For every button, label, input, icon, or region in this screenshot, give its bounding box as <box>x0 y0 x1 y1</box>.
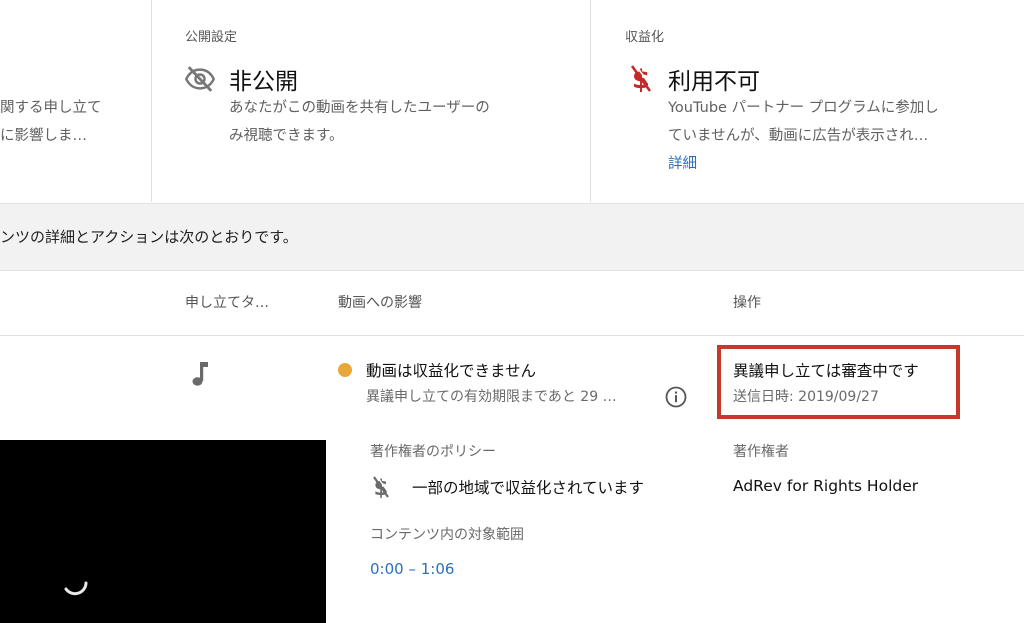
dollar-off-icon: $ <box>629 62 653 95</box>
info-band: ンツの詳細とアクションは次のとおりです。 <box>0 203 1024 271</box>
visibility-label: 公開設定 <box>185 30 238 45</box>
monetization-label: 収益化 <box>625 30 665 45</box>
music-note-icon <box>190 360 212 388</box>
loading-spinner-icon <box>58 566 92 600</box>
claims-desc-line2: に影響しま… <box>0 128 87 144</box>
dollar-off-icon: $ <box>372 474 391 500</box>
highlight-box <box>717 345 960 419</box>
monetization-desc-line1: YouTube パートナー プログラムに参加し <box>668 100 939 116</box>
header-impact[interactable]: 動画への影響 <box>338 292 422 312</box>
range-label: コンテンツ内の対象範囲 <box>370 527 524 543</box>
header-actions: 操作 <box>733 295 761 311</box>
status-dot <box>338 363 352 377</box>
video-player[interactable] <box>0 440 326 623</box>
visibility-value: 非公開 <box>229 69 298 95</box>
owner-label: 著作権者 <box>733 444 789 460</box>
visibility-desc-line1: あなたがこの動画を共有したユーザーの <box>229 100 490 116</box>
learn-more-link[interactable]: 詳細 <box>668 152 697 173</box>
info-band-text: ンツの詳細とアクションは次のとおりです。 <box>0 228 298 246</box>
monetization-desc-line2: ていませんが、動画に広告が表示され… <box>668 128 929 144</box>
header-claim-type[interactable]: 申し立てタ… <box>185 292 269 312</box>
impact-title: 動画は収益化できません <box>366 362 537 380</box>
impact-subtitle: 異議申し立ての有効期限まであと 29 … <box>366 389 617 405</box>
monetization-cell: 収益化 $ 利用不可 YouTube パートナー プログラムに参加し ていません… <box>590 0 1024 202</box>
policy-value: 一部の地域で収益化されています <box>412 479 645 497</box>
monetization-value: 利用不可 <box>668 69 760 95</box>
info-icon[interactable] <box>664 385 688 409</box>
policy-label: 著作権者のポリシー <box>370 444 496 460</box>
owner-value: AdRev for Rights Holder <box>733 477 919 495</box>
visibility-desc-line2: み視聴できます。 <box>229 128 344 144</box>
visibility-cell: 公開設定 非公開 あなたがこの動画を共有したユーザーの み視聴できます。 <box>151 0 590 202</box>
claims-desc-line1: 関する申し立て <box>0 100 102 116</box>
range-value-link[interactable]: 0:00 – 1:06 <box>370 560 454 578</box>
claims-summary-cell: 関する申し立て に影響しま… <box>0 0 150 202</box>
eye-off-icon <box>184 64 216 94</box>
header-divider <box>0 335 1024 336</box>
